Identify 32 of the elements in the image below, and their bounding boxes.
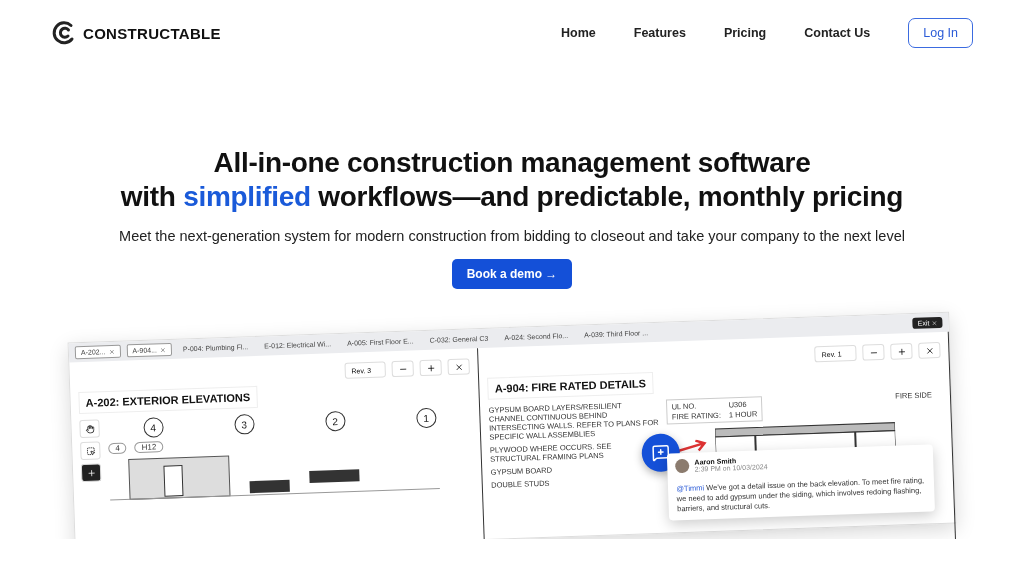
select-icon: [85, 446, 95, 456]
nav-link[interactable]: Contact Us: [804, 26, 871, 40]
grid-bubble: 2: [324, 410, 346, 432]
tool-button[interactable]: [80, 463, 102, 483]
zoom-in-button[interactable]: [890, 343, 913, 360]
close-button[interactable]: [918, 342, 941, 359]
close-button[interactable]: [447, 358, 471, 376]
select-tool-button[interactable]: [80, 441, 101, 461]
book-demo-button[interactable]: Book a demo →: [451, 259, 573, 289]
close-icon: [931, 319, 938, 326]
subtitle: Meet the next-generation system for modern construction from bidding to closeout and take your company to the next level: [119, 228, 905, 244]
brand-name: CONSTRUCTABLE: [83, 24, 221, 42]
sheet-title: A-202: EXTERIOR ELEVATIONS: [78, 385, 258, 415]
close-icon: [454, 362, 464, 372]
close-icon[interactable]: [108, 348, 115, 355]
close-icon: [924, 345, 935, 356]
close-icon[interactable]: [159, 346, 166, 353]
nav-link[interactable]: Pricing: [723, 26, 767, 40]
headline: All-in-one construction management software with simplified workflows—and predictable, monthly pricing: [120, 146, 904, 214]
grid-bubble: 1: [415, 407, 437, 429]
plus-icon: [426, 363, 436, 373]
avatar: [675, 458, 690, 474]
nav-link[interactable]: Home: [561, 26, 596, 40]
grid-bubble: 4: [142, 417, 164, 438]
plus-icon: [86, 468, 96, 478]
grid-bubble: 3: [233, 414, 255, 435]
hand-tool-button[interactable]: [79, 419, 100, 439]
login-button[interactable]: Log In: [908, 18, 973, 48]
nav-link[interactable]: Features: [633, 26, 686, 40]
zoom-in-button[interactable]: [419, 359, 443, 377]
plus-icon: [896, 346, 907, 356]
hand-icon: [84, 424, 95, 434]
